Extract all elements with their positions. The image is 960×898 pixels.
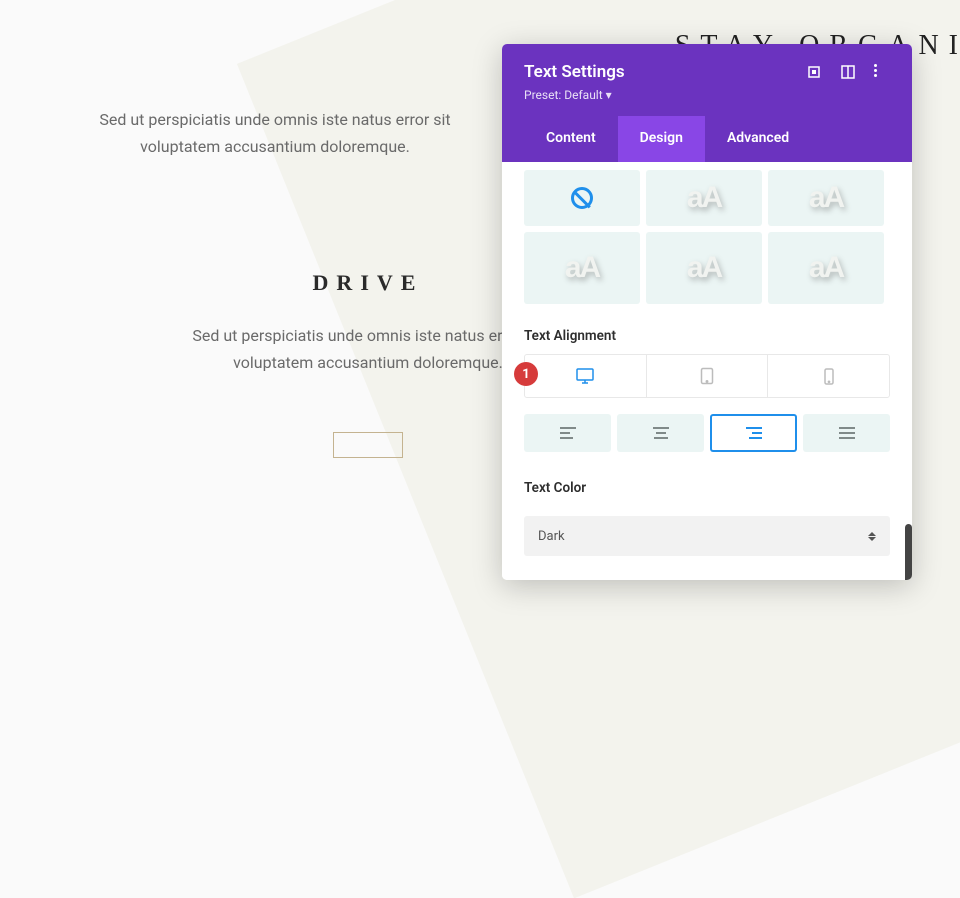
device-phone[interactable] [768, 355, 889, 397]
none-icon [571, 187, 593, 209]
select-caret-icon [868, 532, 876, 541]
align-justify-button[interactable] [803, 414, 890, 452]
tab-advanced[interactable]: Advanced [705, 116, 811, 162]
panel-title: Text Settings [524, 62, 625, 82]
align-left-button[interactable] [524, 414, 611, 452]
text-alignment-label: Text Alignment [502, 318, 912, 354]
text-style-option-4[interactable]: aA [524, 232, 640, 304]
tab-content[interactable]: Content [524, 116, 618, 162]
text-style-option-6[interactable]: aA [768, 232, 884, 304]
panel-tabs: Content Design Advanced [524, 116, 890, 162]
device-tablet[interactable] [647, 355, 769, 397]
align-right-button[interactable] [710, 414, 797, 452]
text-settings-panel: Text Settings Preset: Default ▾ Content … [502, 44, 912, 580]
tab-design[interactable]: Design [618, 116, 705, 162]
panel-header[interactable]: Text Settings Preset: Default ▾ Content … [502, 44, 912, 162]
text-style-option-2[interactable]: aA [646, 170, 762, 226]
text-style-option-5[interactable]: aA [646, 232, 762, 304]
text-color-value: Dark [538, 529, 565, 544]
align-center-button[interactable] [617, 414, 704, 452]
expand-icon[interactable] [806, 64, 822, 80]
responsive-device-tabs [524, 354, 890, 398]
panel-body: aA aA aA aA aA Text Alignment 1 [502, 162, 912, 580]
scrollbar[interactable] [905, 524, 912, 580]
text-style-grid: aA aA aA aA aA [502, 162, 912, 318]
preset-selector[interactable]: Preset: Default ▾ [524, 88, 890, 102]
outline-button[interactable] [333, 432, 403, 458]
text-align-options [524, 414, 890, 452]
text-color-label: Text Color [502, 470, 912, 506]
split-view-icon[interactable] [840, 64, 856, 80]
device-desktop[interactable] [525, 355, 647, 397]
text-style-none[interactable] [524, 170, 640, 226]
text-color-select[interactable]: Dark [524, 516, 890, 556]
step-badge-1: 1 [514, 362, 538, 386]
more-icon[interactable] [874, 64, 890, 80]
text-style-option-3[interactable]: aA [768, 170, 884, 226]
page-paragraph-1: Sed ut perspiciatis unde omnis iste natu… [60, 106, 490, 160]
